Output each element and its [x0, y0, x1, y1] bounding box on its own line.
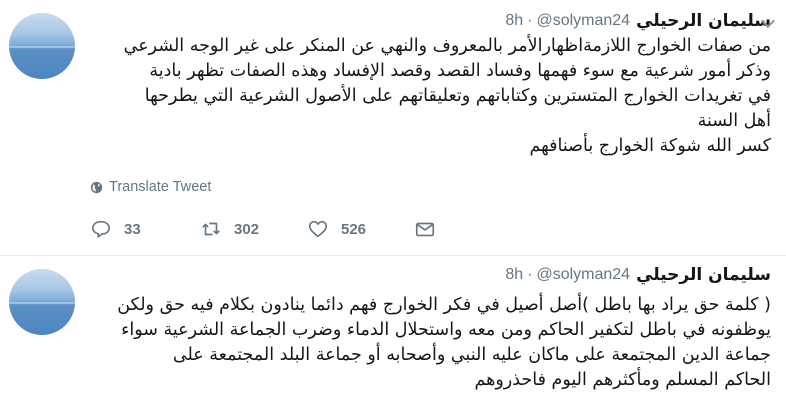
tweet-text-line: في تغريدات الخوارج المتسترين وكتاباتهم و…	[144, 86, 771, 106]
separator-dot: ·	[527, 12, 533, 29]
tweet-text-line: وذكر أمور شرعية مع سوء فهمها وفساد القصد…	[149, 61, 771, 81]
tweet-header: سليمان الرحيلي @solyman24 · 8h	[505, 264, 771, 286]
tweet-actions: 33 302 526	[90, 216, 450, 242]
envelope-icon	[415, 222, 435, 237]
author-handle[interactable]: @solyman24	[536, 266, 630, 284]
tweet-timestamp[interactable]: 8h	[505, 12, 523, 30]
tweet-text-line: كسر الله شوكة الخوارج بأصنافهم	[529, 136, 771, 156]
avatar[interactable]	[9, 13, 75, 79]
globe-icon	[90, 181, 103, 193]
translate-label: Translate Tweet	[109, 179, 212, 195]
tweet-text-line: جماعة الدين المجتمعة على ماكان عليه النب…	[172, 345, 771, 365]
author-name[interactable]: سليمان الرحيلي	[636, 11, 771, 31]
reply-button[interactable]: 33	[90, 216, 141, 242]
translate-tweet-link[interactable]: Translate Tweet	[90, 177, 211, 197]
author-name[interactable]: سليمان الرحيلي	[636, 265, 771, 285]
tweet-text-line: أهل السنة	[697, 111, 771, 131]
tweet-header: سليمان الرحيلي @solyman24 · 8h	[505, 10, 771, 32]
tweet-text-line: ( كلمة حق يراد بها باطل )أصل أصيل في فكر…	[117, 295, 771, 315]
reply-icon	[91, 220, 111, 238]
tweet-text: ( كلمة حق يراد بها باطل )أصل أصيل في فكر…	[102, 293, 771, 393]
avatar[interactable]	[9, 269, 75, 335]
direct-message-button[interactable]	[414, 216, 436, 242]
retweet-icon	[202, 222, 220, 236]
tweet-text-line: يوظفونه في باطل لتكفير الحاكم ومن معه وا…	[121, 320, 771, 340]
heart-icon	[308, 220, 328, 238]
retweet-button[interactable]: 302	[200, 216, 259, 242]
tweet-text-line: من صفات الخوارج اللازمةاظهارالأمر بالمعر…	[123, 36, 771, 56]
tweet-timestamp[interactable]: 8h	[505, 266, 523, 284]
reply-count: 33	[124, 220, 141, 238]
like-count: 526	[341, 220, 367, 238]
separator-dot: ·	[527, 266, 533, 283]
retweet-count: 302	[234, 220, 260, 238]
tweet-text: من صفات الخوارج اللازمةاظهارالأمر بالمعر…	[102, 34, 771, 159]
tweet[interactable]: سليمان الرحيلي @solyman24 · 8h من صفات ا…	[0, 0, 786, 255]
tweet[interactable]: سليمان الرحيلي @solyman24 · 8h ( كلمة حق…	[0, 256, 786, 405]
tweet-text-line: الحاكم المسلم ومأكثرهم اليوم فاحذروهم	[474, 370, 771, 390]
like-button[interactable]: 526	[307, 216, 366, 242]
author-handle[interactable]: @solyman24	[536, 12, 630, 30]
